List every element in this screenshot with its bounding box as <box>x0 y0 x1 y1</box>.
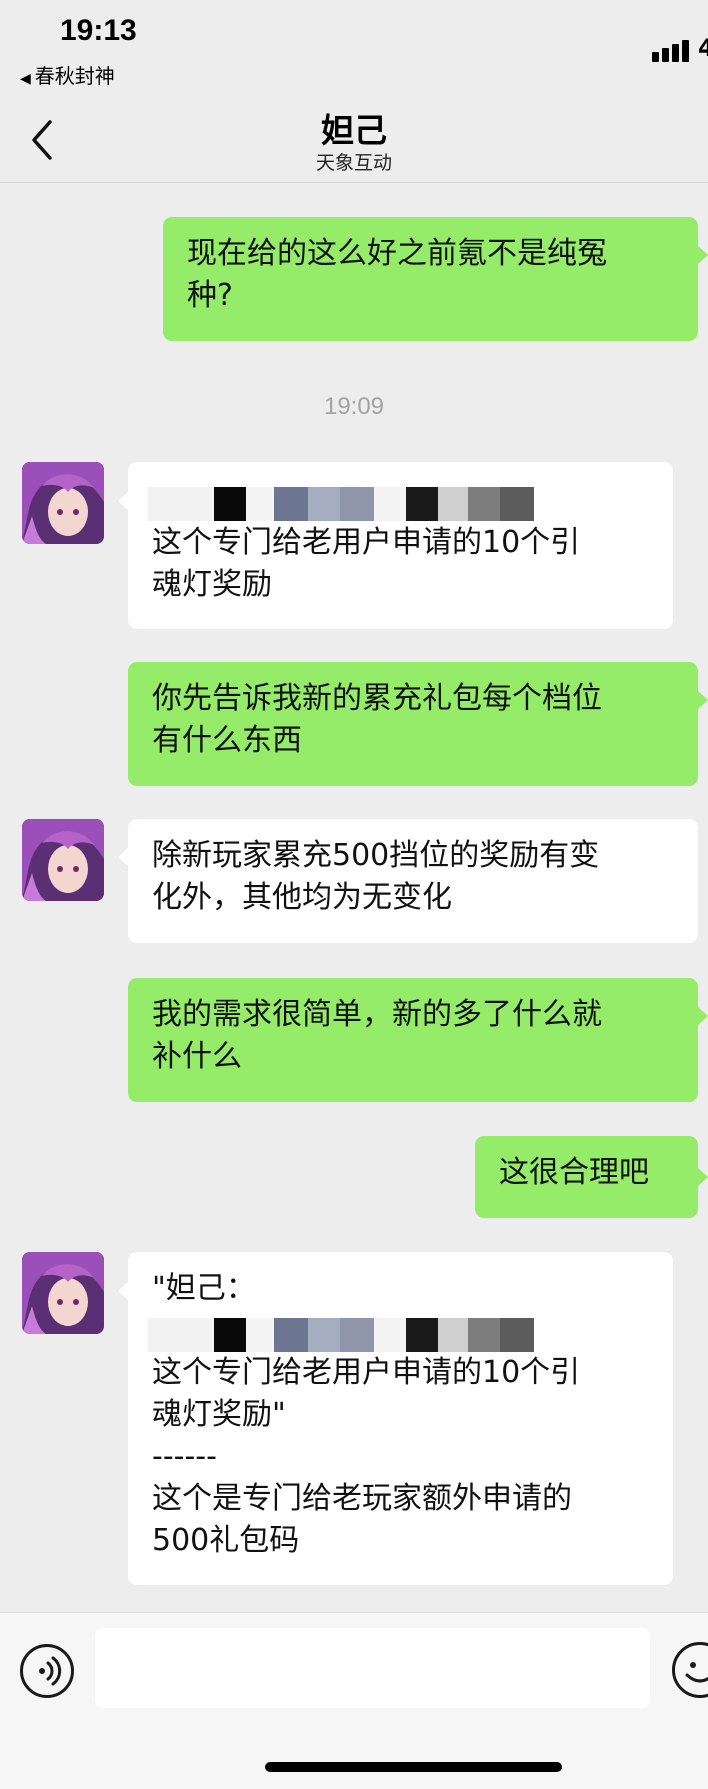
message-line: 化外，其他均为无变化 <box>152 880 452 915</box>
header-divider <box>0 182 708 183</box>
bubble-tail <box>118 492 128 510</box>
avatar[interactable] <box>22 462 104 544</box>
message-line: 我的需求很简单，新的多了什么就 <box>152 997 602 1032</box>
message-line: 除新玩家累充500挡位的奖励有变 <box>152 838 600 873</box>
message-input[interactable] <box>95 1628 650 1708</box>
message-line: 种? <box>187 278 233 313</box>
bubble-tail <box>698 1168 708 1186</box>
message-bubble-me[interactable]: 我的需求很简单，新的多了什么就 补什么 <box>128 978 698 1102</box>
message-line: 这个专门给老用户申请的10个引 <box>152 1355 581 1390</box>
chat-title: 妲己 <box>321 111 387 150</box>
voice-icon <box>39 1656 62 1686</box>
message-bubble-me[interactable]: 这很合理吧 <box>475 1136 698 1218</box>
avatar[interactable] <box>22 819 104 901</box>
message-line: 魂灯奖励" <box>152 1397 286 1432</box>
message-line: 魂灯奖励 <box>152 567 272 602</box>
message-line: ------ <box>152 1439 217 1474</box>
message-line: 这个专门给老用户申请的10个引 <box>152 525 581 560</box>
avatar-image <box>22 462 104 544</box>
redacted-block <box>148 487 534 521</box>
bubble-tail <box>118 1282 128 1300</box>
home-indicator <box>265 1762 562 1772</box>
redacted-block <box>148 1318 534 1352</box>
message-bubble-me[interactable]: 现在给的这么好之前氪不是纯冤 种? <box>163 217 698 341</box>
chat-subtitle: 天象互动 <box>315 152 392 174</box>
status-time: 19:13 <box>60 14 137 47</box>
status-back-to-app[interactable]: ◀ 春秋封神 <box>20 60 115 89</box>
message-line: 这很合理吧 <box>499 1155 649 1190</box>
message-bubble-me[interactable]: 你先告诉我新的累充礼包每个档位 有什么东西 <box>128 662 698 786</box>
message-line: "妲己： <box>152 1271 256 1306</box>
voice-button[interactable] <box>20 1644 74 1698</box>
message-line: 现在给的这么好之前氪不是纯冤 <box>187 236 607 271</box>
emoji-button[interactable] <box>672 1642 708 1698</box>
avatar-image <box>22 1252 104 1334</box>
bubble-tail <box>698 246 708 264</box>
message-line: 500礼包码 <box>152 1523 300 1558</box>
message-line: 你先告诉我新的累充礼包每个档位 <box>152 681 602 716</box>
signal-icon <box>652 38 700 62</box>
message-line: 补什么 <box>152 1039 242 1074</box>
back-triangle-icon: ◀ <box>20 71 31 87</box>
message-line: 有什么东西 <box>152 723 302 758</box>
emoji-icon <box>685 1662 708 1683</box>
status-right-text: 4 <box>698 34 708 62</box>
message-bubble-them[interactable]: "妲己： 这个专门给老用户申请的10个引 魂灯奖励" ------ 这个是专门给… <box>128 1252 673 1585</box>
message-bubble-them[interactable]: 除新玩家累充500挡位的奖励有变 化外，其他均为无变化 <box>128 819 698 943</box>
bubble-tail <box>118 848 128 866</box>
status-back-app-label: 春秋封神 <box>34 64 115 88</box>
bubble-tail <box>698 1007 708 1025</box>
bubble-tail <box>698 691 708 709</box>
avatar-image <box>22 819 104 901</box>
timestamp-separator: 19:09 <box>323 393 385 420</box>
message-line: 这个是专门给老玩家额外申请的 <box>152 1481 572 1516</box>
avatar[interactable] <box>22 1252 104 1334</box>
